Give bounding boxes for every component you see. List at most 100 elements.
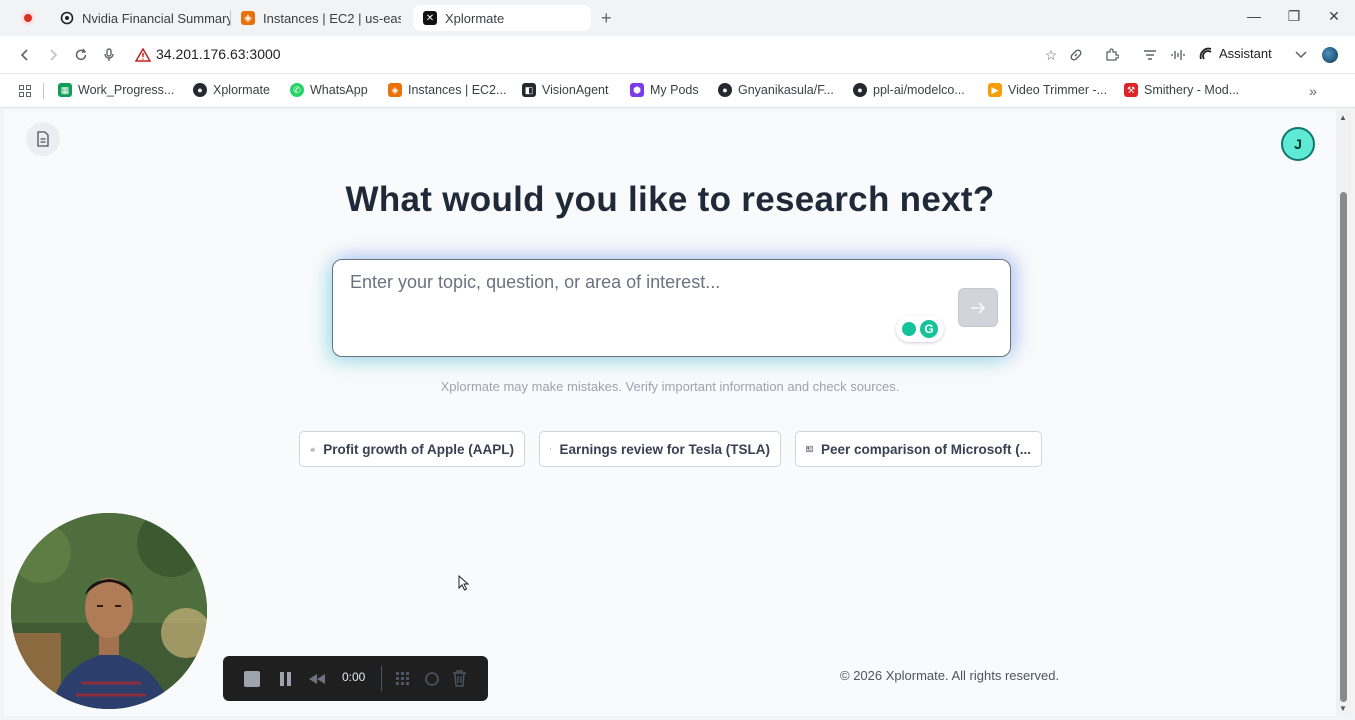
bookmarks-divider <box>43 83 44 99</box>
github-icon: ● <box>718 83 732 97</box>
pause-icon[interactable] <box>279 671 293 687</box>
tab-ec2-instances[interactable]: ◈ Instances | EC2 | us-east <box>231 5 401 31</box>
tab-title: Instances | EC2 | us-east <box>263 10 401 26</box>
close-window-button[interactable]: ✕ <box>1324 8 1344 25</box>
whatsapp-icon: ✆ <box>290 83 304 97</box>
footer-copyright: © 2026 Xplormate. All rights reserved. <box>840 668 1060 683</box>
newspaper-icon <box>550 448 552 450</box>
link-icon[interactable] <box>1067 46 1085 64</box>
more-bookmarks-icon[interactable]: » <box>1304 82 1322 100</box>
aws-icon: ◈ <box>388 83 402 97</box>
search-input[interactable] <box>350 272 910 293</box>
forward-icon[interactable] <box>44 46 62 64</box>
bookmark-gnyanikasula[interactable]: ● Gnyanikasula/F... <box>718 83 834 97</box>
lightbulb-icon <box>902 322 916 336</box>
suggestion-label: Earnings review for Tesla (TSLA) <box>559 441 770 457</box>
bookmark-label: My Pods <box>650 83 699 97</box>
grid-icon[interactable] <box>395 671 411 687</box>
bookmark-label: Xplormate <box>213 83 270 97</box>
document-icon <box>37 131 49 147</box>
stop-recording-icon[interactable] <box>244 671 260 687</box>
bookmark-video-trimmer[interactable]: ▶ Video Trimmer -... <box>988 83 1107 97</box>
back-icon[interactable] <box>16 46 34 64</box>
bookmark-my-pods[interactable]: ⬢ My Pods <box>630 83 699 97</box>
address-bar[interactable]: 34.201.176.63:3000 <box>156 46 281 62</box>
video-icon: ▶ <box>988 83 1002 97</box>
microphone-icon[interactable] <box>100 46 118 64</box>
search-box: G <box>332 259 1011 357</box>
github-icon: ● <box>853 83 867 97</box>
bookmark-work-progress[interactable]: ▦ Work_Progress... <box>58 83 174 97</box>
suggestion-microsoft-peer-comparison[interactable]: Peer comparison of Microsoft (... <box>795 431 1042 467</box>
reading-list-icon[interactable] <box>1141 46 1159 64</box>
arrow-right-icon <box>971 301 986 314</box>
bookmark-star-icon[interactable]: ☆ <box>1042 46 1060 64</box>
reload-icon[interactable] <box>72 46 90 64</box>
suggestion-label: Profit growth of Apple (AAPL) <box>323 441 514 457</box>
minimize-button[interactable]: — <box>1244 8 1264 24</box>
suggestion-label: Peer comparison of Microsoft (... <box>820 441 1031 457</box>
bookmark-ppl-ai[interactable]: ● ppl-ai/modelco... <box>853 83 965 97</box>
newspaper-icon <box>806 445 813 453</box>
grammarly-widget[interactable]: G <box>896 316 944 342</box>
assistant-label: Assistant <box>1219 46 1272 61</box>
bookmark-label: ppl-ai/modelco... <box>873 83 965 97</box>
profile-avatar-icon[interactable] <box>1322 47 1338 63</box>
history-sidebar-button[interactable] <box>26 122 60 156</box>
webcam-person-image <box>11 513 207 709</box>
bookmark-visionagent[interactable]: ◧ VisionAgent <box>522 83 609 97</box>
openai-icon <box>60 11 74 25</box>
aws-icon: ◈ <box>241 11 255 25</box>
assistant-icon <box>1199 47 1212 60</box>
tab-title: Xplormate <box>445 10 505 26</box>
bookmark-label: Video Trimmer -... <box>1008 83 1108 97</box>
audio-waveform-icon[interactable] <box>1169 46 1187 64</box>
user-avatar[interactable]: J <box>1281 127 1315 161</box>
restore-button[interactable]: ❐ <box>1284 8 1304 25</box>
new-tab-button[interactable]: + <box>601 8 612 28</box>
tab-strip: Nvidia Financial Summary ◈ Instances | E… <box>0 0 1355 36</box>
grammarly-icon: G <box>920 320 938 338</box>
x-icon: ✕ <box>423 11 437 25</box>
bookmark-ec2-instances[interactable]: ◈ Instances | EC2... <box>388 83 506 97</box>
recording-indicator-icon <box>21 11 35 25</box>
bookmark-label: Smithery - Mod... <box>1144 83 1240 97</box>
recording-timer: 0:00 <box>342 670 366 684</box>
trash-icon[interactable] <box>452 670 467 687</box>
bookmark-xplormate[interactable]: ● Xplormate <box>193 83 270 97</box>
bookmark-label: Work_Progress... <box>78 83 175 97</box>
scroll-down-arrow-icon[interactable]: ▼ <box>1339 704 1347 713</box>
bookmark-label: Instances | EC2... <box>408 83 507 97</box>
address-toolbar: 34.201.176.63:3000 ☆ Assistant <box>0 36 1355 74</box>
tab-xplormate[interactable]: ✕ Xplormate <box>413 5 591 31</box>
webcam-overlay <box>11 513 207 709</box>
chevron-down-icon[interactable] <box>1292 46 1310 64</box>
bookmark-label: WhatsApp <box>310 83 368 97</box>
suggestion-tesla-earnings[interactable]: Earnings review for Tesla (TSLA) <box>539 431 781 467</box>
not-secure-warning-icon[interactable] <box>134 46 152 64</box>
tab-nvidia-financial-summary[interactable]: Nvidia Financial Summary <box>50 5 230 31</box>
restart-icon[interactable] <box>424 671 440 687</box>
chart-icon <box>310 447 315 452</box>
apps-grid-icon[interactable] <box>16 82 34 100</box>
bookmark-whatsapp[interactable]: ✆ WhatsApp <box>290 83 368 97</box>
visionagent-icon: ◧ <box>522 83 536 97</box>
page-scrollbar[interactable]: ▲ ▼ <box>1336 110 1351 716</box>
github-icon: ● <box>193 83 207 97</box>
mouse-cursor-icon <box>458 575 470 591</box>
bookmark-smithery[interactable]: ⚒ Smithery - Mod... <box>1124 83 1239 97</box>
extensions-icon[interactable] <box>1103 46 1121 64</box>
smithery-icon: ⚒ <box>1124 83 1138 97</box>
screen-recorder-toolbar: 0:00 <box>223 656 488 701</box>
rewind-icon[interactable] <box>308 673 326 685</box>
scrollbar-thumb[interactable] <box>1340 192 1347 702</box>
assistant-button[interactable]: Assistant <box>1199 46 1272 61</box>
recorder-divider <box>381 666 382 691</box>
suggestion-apple-profit-growth[interactable]: Profit growth of Apple (AAPL) <box>299 431 525 467</box>
submit-button[interactable] <box>958 288 998 327</box>
bookmarks-bar: ▦ Work_Progress... ● Xplormate ✆ WhatsAp… <box>0 74 1355 108</box>
disclaimer-text: Xplormate may make mistakes. Verify impo… <box>440 379 900 394</box>
scroll-up-arrow-icon[interactable]: ▲ <box>1339 113 1347 122</box>
bookmark-label: Gnyanikasula/F... <box>738 83 834 97</box>
sheets-icon: ▦ <box>58 83 72 97</box>
